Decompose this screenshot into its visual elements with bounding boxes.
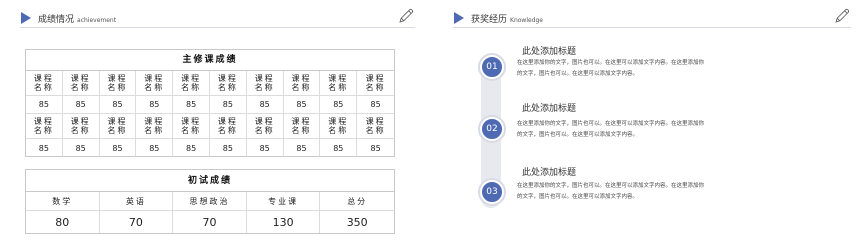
subject-header-cell: 专业课: [246, 192, 321, 211]
subject-score-cell: 70: [100, 211, 174, 233]
section-subtitle: achievement: [77, 17, 117, 24]
score-cell: 85: [370, 143, 381, 153]
course-name-cell: 课程 名称: [99, 114, 137, 139]
score-cell: 85: [136, 139, 174, 157]
course-name-cell: 课程 名称: [209, 71, 247, 96]
item-text-line-1: 在这里添加你的文字，图片也可以。在这里可以添加文字内容。在这里添加你: [517, 121, 705, 127]
subject-score-cell: 70: [173, 211, 247, 233]
score-cell: 85: [247, 139, 284, 157]
subject-header-cell: 数学: [26, 192, 100, 211]
course-name-cell: 课程 名称: [246, 114, 284, 139]
item-text-line-1: 在这里添加你的文字，图片也可以。在这里可以添加文字内容。在这里添加你: [517, 183, 705, 189]
score-cell: 85: [320, 139, 358, 157]
section-title: 成绩情况: [38, 15, 75, 25]
score-cell: 85: [210, 139, 247, 157]
score-cell: 85: [284, 139, 321, 157]
course-name-cell: 课程 名称: [320, 114, 358, 139]
item-text-line-2: 的文字，图片也可以。在这里可以添加文字内容。: [517, 132, 639, 138]
major-course-table: 主修课成绩 课程 名称 课程 名称 课程 名称 课程 名称 课程 名称 课程 名称 课程 名…: [25, 49, 395, 157]
major-course-grid: 课程 名称 课程 名称 课程 名称 课程 名称 课程 名称 课程 名称 课程 名称 课程 名称…: [26, 71, 394, 157]
course-name-cell: 课程 名称: [283, 71, 321, 96]
score-cell: 85: [63, 139, 100, 157]
initial-exam-grid: 数学 英语 思想政治 专业课 总分 80 70 70 130 350: [26, 192, 394, 233]
score-cell: 85: [136, 96, 174, 114]
subject-score-cell: 80: [26, 211, 100, 233]
score-cell: 85: [62, 96, 100, 114]
achievement-panel: 成绩情况 achievement 主修课成绩 课程 名称 课程 名称 课程 名称 课程 …: [0, 0, 433, 247]
score-cell: 85: [357, 96, 394, 114]
subject-header-cell: 英语: [99, 192, 174, 211]
subject-score-cell: 350: [346, 215, 368, 229]
course-name-cell: 课程 名称: [26, 71, 63, 96]
score-cell: 85: [173, 139, 210, 157]
course-name-cell: 课程 名称: [246, 71, 284, 96]
timeline-item: 此处添加标题 01 在这里添加你的文字，图片也可以。在这里可以添加文字内容。在这…: [433, 44, 866, 94]
course-name-cell: 课程 名称: [136, 71, 174, 96]
course-name-cell: 课程 名称: [173, 71, 210, 96]
section-header: 成绩情况 achievement: [20, 8, 415, 28]
item-text-line-2: 的文字，图片也可以。在这里可以添加文字内容。: [517, 71, 639, 77]
timeline-item: 此处添加标题 03 在这里添加你的文字，图片也可以。在这里可以添加文字内容。在这…: [433, 165, 866, 215]
course-name-cell: 课程 名称: [209, 114, 247, 139]
initial-exam-table: 初试成绩 数学 英语 思想政治 专业课 总分 80 70 70 130 350: [25, 169, 395, 234]
course-name-cell: 课程 名称: [357, 71, 394, 96]
triangle-marker-icon: [454, 12, 464, 24]
timeline-item: 此处添加标题 02 在这里添加你的文字，图片也可以。在这里可以添加文字内容。在这…: [433, 101, 866, 151]
course-name-cell: 课程 名称: [173, 114, 210, 139]
score-cell: 85: [26, 139, 63, 157]
score-cell: 85: [100, 139, 137, 157]
item-title: 此处添加标题: [522, 104, 577, 114]
course-name-cell: 课程 名称: [62, 71, 100, 96]
awards-panel: 获奖经历 Knowledge 此处添加标题 01 在这里添加你的文字，图片也可以。…: [433, 0, 866, 247]
score-cell: 85: [173, 96, 210, 114]
table-title: 主修课成绩: [26, 50, 394, 71]
item-text-line-1: 在这里添加你的文字，图片也可以。在这里可以添加文字内容。在这里添加你: [517, 60, 705, 66]
score-cell: 85: [26, 96, 63, 114]
item-number-badge: 02: [480, 117, 504, 141]
item-text-line-2: 的文字，图片也可以。在这里可以添加文字内容。: [517, 194, 639, 200]
item-number-badge: 03: [480, 180, 504, 204]
table-title: 初试成绩: [26, 170, 394, 192]
triangle-marker-icon: [21, 12, 31, 24]
course-name-cell: 课程 名称: [320, 71, 358, 96]
course-name-cell: 课程 名称: [99, 71, 137, 96]
subject-header-cell: 思想政治: [173, 192, 247, 211]
subject-score-cell: 130: [247, 211, 321, 233]
score-cell: 85: [283, 96, 321, 114]
score-cell: 85: [99, 96, 137, 114]
item-number-badge: 01: [480, 55, 504, 79]
item-title: 此处添加标题: [522, 47, 577, 57]
course-name-cell: 课程 名称: [26, 114, 63, 139]
pen-icon: [399, 8, 414, 23]
subject-header-cell: 总分: [320, 192, 394, 211]
section-header: 获奖经历 Knowledge: [453, 8, 851, 28]
score-cell: 85: [209, 96, 247, 114]
score-cell: 85: [246, 96, 284, 114]
section-subtitle: Knowledge: [510, 17, 543, 24]
item-title: 此处添加标题: [522, 168, 577, 178]
course-name-cell: 课程 名称: [283, 114, 321, 139]
course-name-cell: 课程 名称: [136, 114, 174, 139]
pen-icon: [835, 8, 850, 23]
score-cell: 85: [320, 96, 358, 114]
course-name-cell: 课程 名称: [357, 114, 394, 139]
section-title: 获奖经历: [471, 15, 508, 25]
course-name-cell: 课程 名称: [62, 114, 100, 139]
